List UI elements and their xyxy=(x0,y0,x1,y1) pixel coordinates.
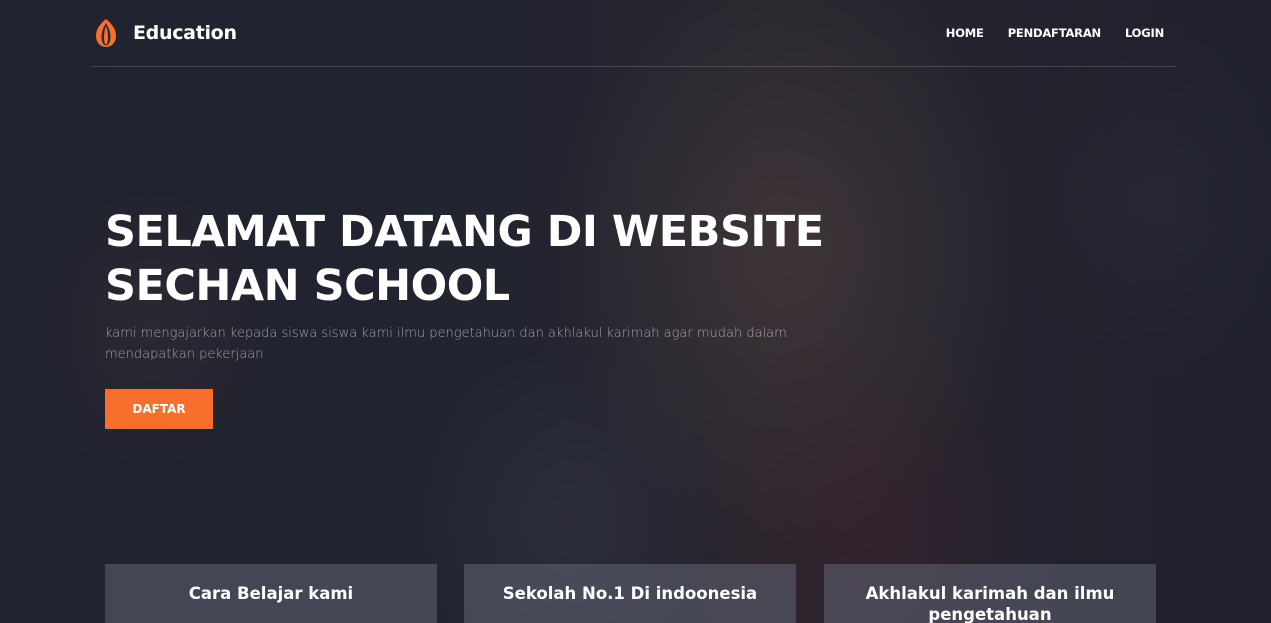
feature-card-cara-belajar[interactable]: Cara Belajar kami xyxy=(105,564,437,623)
navbar: Education HOME PENDAFTARAN LOGIN xyxy=(91,0,1176,67)
feature-card-sekolah-no1[interactable]: Sekolah No.1 Di indoonesia xyxy=(464,564,796,623)
feature-title: Sekolah No.1 Di indoonesia xyxy=(502,584,758,603)
nav-link-home[interactable]: HOME xyxy=(946,26,984,40)
feature-title: Akhlakul karimah dan ilmu pengetahuan xyxy=(865,584,1115,623)
hero-title-line-1: SELAMAT DATANG DI WEBSITE xyxy=(105,207,824,257)
nav-link-login[interactable]: LOGIN xyxy=(1125,26,1164,40)
feature-title: Cara Belajar kami xyxy=(188,584,354,603)
flame-logo-icon xyxy=(96,19,116,47)
hero-title-line-2: SECHAN SCHOOL xyxy=(105,261,510,311)
main-nav: HOME PENDAFTARAN LOGIN xyxy=(946,26,1164,40)
daftar-button[interactable]: DAFTAR xyxy=(105,389,213,429)
nav-link-pendaftaran[interactable]: PENDAFTARAN xyxy=(1008,26,1101,40)
hero-title: SELAMAT DATANG DI WEBSITE SECHAN SCHOOL xyxy=(105,205,865,313)
feature-card-akhlakul-karimah[interactable]: Akhlakul karimah dan ilmu pengetahuan xyxy=(824,564,1156,623)
brand-name: Education xyxy=(133,22,237,44)
brand-link[interactable]: Education xyxy=(91,18,237,48)
hero-subtitle: kami mengajarkan kepada siswa siswa kami… xyxy=(105,326,787,362)
